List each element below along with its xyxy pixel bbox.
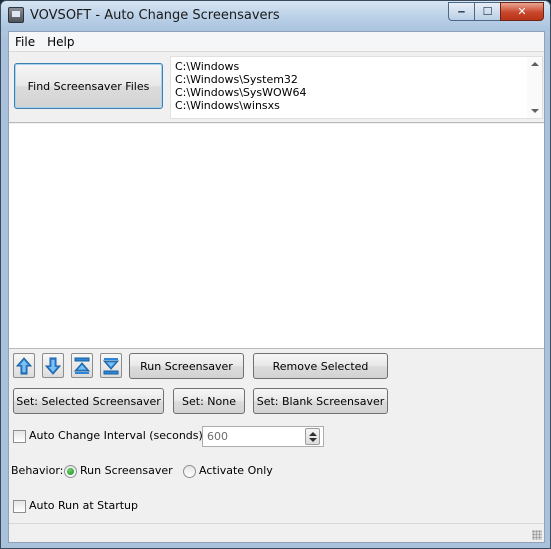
behavior-activate-label: Activate Only bbox=[199, 464, 273, 477]
app-icon[interactable] bbox=[8, 7, 24, 23]
menu-file[interactable]: File bbox=[9, 32, 41, 52]
folder-item: C:\Windows bbox=[175, 60, 240, 73]
auto-change-checkbox[interactable] bbox=[13, 430, 26, 443]
behavior-run-label: Run Screensaver bbox=[80, 464, 173, 477]
client-area: File Help Find Screensaver Files C:\Wind… bbox=[8, 31, 545, 543]
folder-item: C:\Windows\System32 bbox=[175, 73, 298, 86]
set-none-button[interactable]: Set: None bbox=[173, 388, 245, 414]
search-panel: Find Screensaver Files C:\Windows C:\Win… bbox=[9, 53, 544, 123]
app-window: VOVSOFT - Auto Change Screensavers ‒ ☐ ✕… bbox=[0, 0, 551, 549]
folder-item: C:\Windows\SysWOW64 bbox=[175, 86, 307, 99]
spin-down-icon[interactable] bbox=[309, 438, 317, 442]
move-bottom-icon bbox=[103, 358, 119, 375]
resize-grip-icon[interactable] bbox=[532, 530, 542, 540]
maximize-icon: ☐ bbox=[482, 5, 493, 18]
scroll-up-icon[interactable] bbox=[531, 62, 539, 66]
interval-spinner[interactable] bbox=[305, 428, 320, 445]
folder-list[interactable]: C:\Windows C:\Windows\System32 C:\Window… bbox=[170, 56, 543, 119]
arrow-up-icon bbox=[16, 357, 32, 375]
auto-change-label: Auto Change Interval (seconds): bbox=[29, 429, 207, 442]
minimize-button[interactable]: ‒ bbox=[448, 2, 474, 21]
move-down-button[interactable] bbox=[42, 353, 64, 378]
spin-up-icon[interactable] bbox=[309, 432, 317, 436]
window-title: VOVSOFT - Auto Change Screensavers bbox=[30, 8, 280, 23]
move-top-button[interactable] bbox=[71, 353, 93, 378]
window-controls: ‒ ☐ ✕ bbox=[448, 2, 544, 21]
arrow-down-icon bbox=[45, 357, 61, 375]
run-screensaver-button[interactable]: Run Screensaver bbox=[129, 353, 244, 379]
maximize-button[interactable]: ☐ bbox=[474, 2, 500, 21]
auto-run-checkbox[interactable] bbox=[13, 500, 26, 513]
scroll-down-icon[interactable] bbox=[531, 109, 539, 113]
move-bottom-button[interactable] bbox=[100, 353, 122, 378]
close-icon: ✕ bbox=[517, 5, 527, 18]
close-button[interactable]: ✕ bbox=[500, 2, 544, 21]
folder-list-scrollbar[interactable] bbox=[527, 57, 542, 118]
move-top-icon bbox=[74, 357, 90, 374]
folder-item: C:\Windows\winsxs bbox=[175, 99, 280, 112]
remove-selected-button[interactable]: Remove Selected bbox=[253, 353, 388, 379]
menu-help[interactable]: Help bbox=[41, 32, 80, 52]
set-blank-screensaver-button[interactable]: Set: Blank Screensaver bbox=[253, 388, 388, 414]
auto-run-label: Auto Run at Startup bbox=[29, 499, 139, 512]
screensaver-list[interactable] bbox=[9, 124, 544, 349]
move-up-button[interactable] bbox=[13, 353, 35, 378]
behavior-label: Behavior: bbox=[11, 464, 64, 477]
menu-bar: File Help bbox=[9, 32, 544, 52]
find-screensaver-files-button[interactable]: Find Screensaver Files bbox=[14, 63, 163, 109]
set-selected-screensaver-button[interactable]: Set: Selected Screensaver bbox=[13, 388, 164, 414]
behavior-activate-radio[interactable] bbox=[183, 465, 196, 478]
status-bar bbox=[9, 523, 544, 542]
title-bar[interactable]: VOVSOFT - Auto Change Screensavers ‒ ☐ ✕ bbox=[1, 1, 550, 31]
behavior-run-radio[interactable] bbox=[64, 465, 77, 478]
minimize-icon: ‒ bbox=[457, 5, 466, 18]
